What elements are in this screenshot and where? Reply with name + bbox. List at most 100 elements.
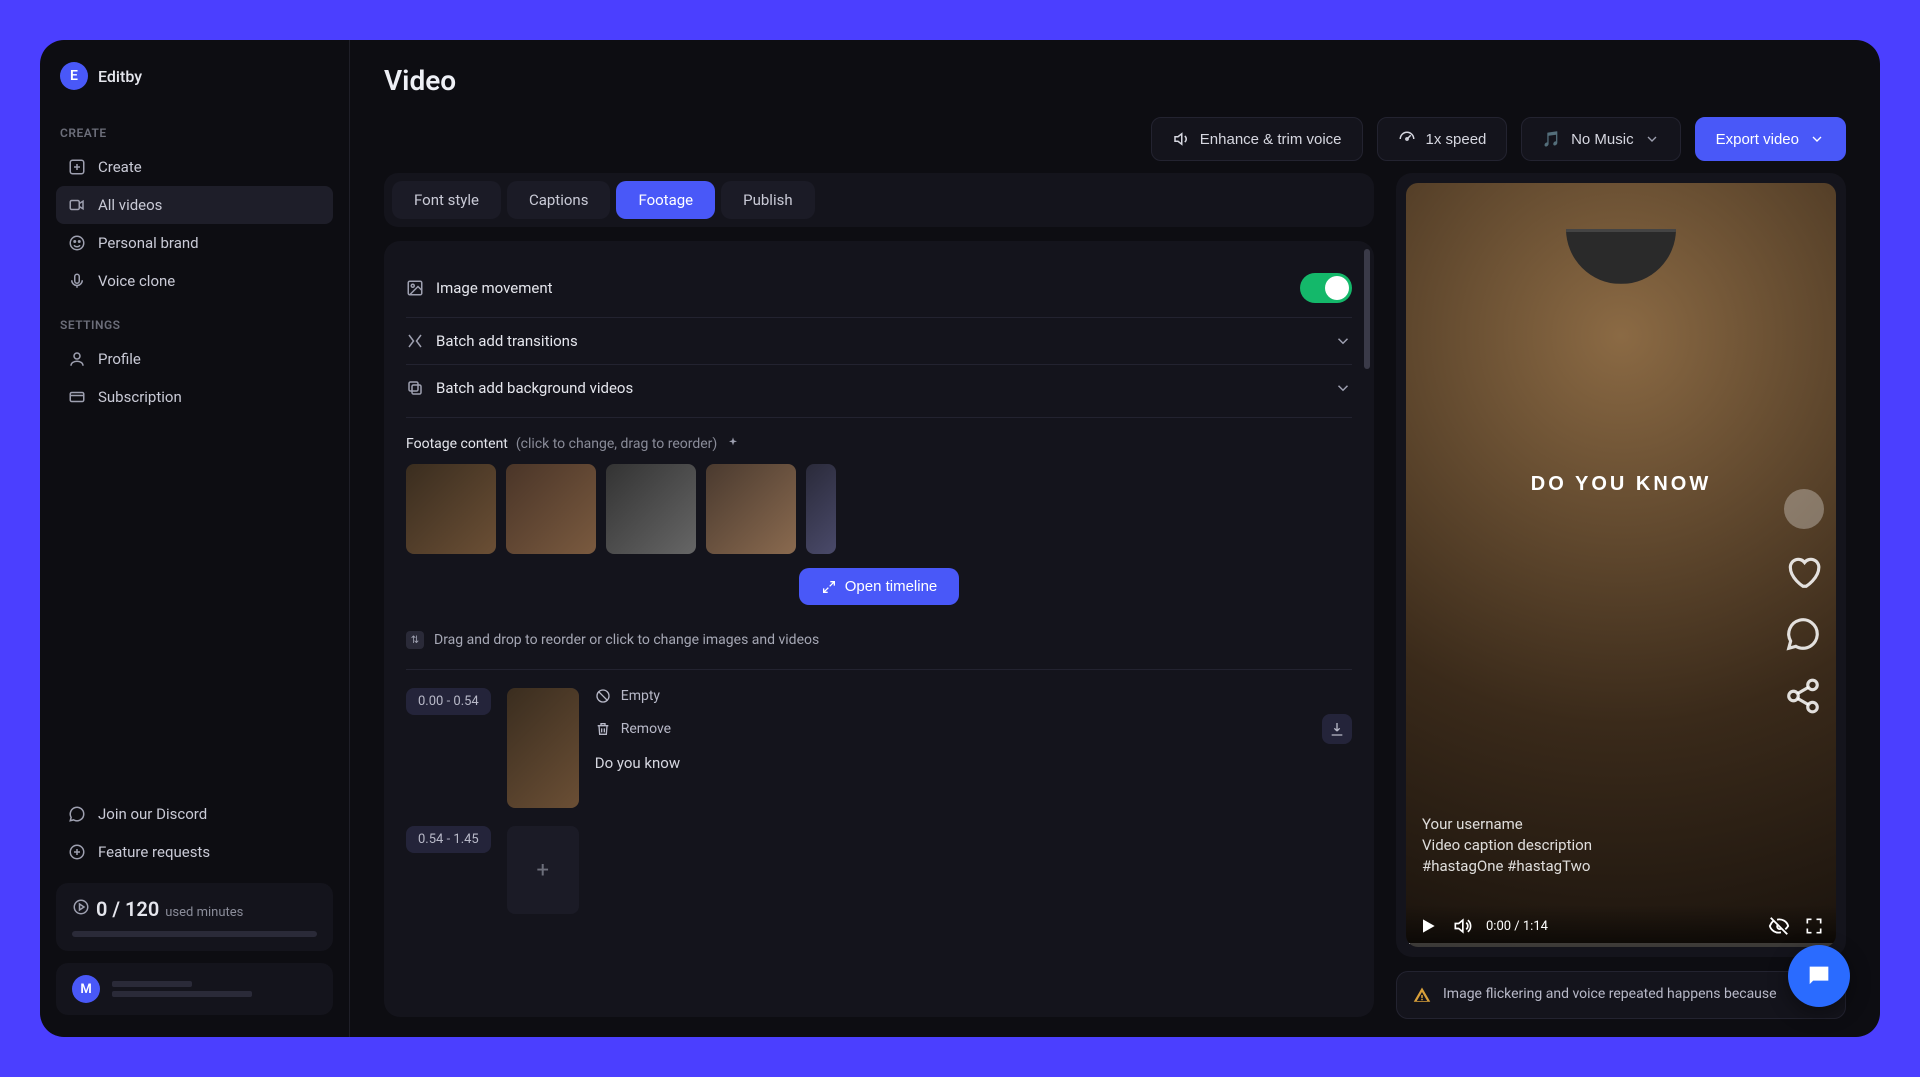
card-icon [68, 388, 86, 406]
row-batch-transitions[interactable]: Batch add transitions [406, 318, 1352, 365]
main-header: Video [350, 40, 1880, 117]
nav-subscription[interactable]: Subscription [56, 378, 333, 416]
footage-panel: Image movement Batch add transitions [384, 241, 1374, 1017]
mic-icon [68, 272, 86, 290]
row-label: Image movement [436, 279, 553, 297]
section-create-label: CREATE [60, 126, 333, 140]
row-image-movement: Image movement [406, 259, 1352, 318]
left-panel: Font style Captions Footage Publish Imag… [384, 173, 1374, 1017]
row-label: Batch add transitions [436, 332, 578, 350]
segment-add-button[interactable]: + [507, 826, 579, 914]
volume-icon[interactable] [1452, 916, 1472, 936]
page-title: Video [384, 64, 1846, 97]
toolbar: Enhance & trim voice 1x speed 🎵 No Music… [350, 117, 1880, 173]
footage-thumb[interactable] [706, 464, 796, 554]
notice-card: Image flickering and voice repeated happ… [1396, 971, 1846, 1019]
nav-voice-clone[interactable]: Voice clone [56, 262, 333, 300]
chat-icon [68, 805, 86, 823]
segment-thumb[interactable] [507, 688, 579, 808]
button-label: Export video [1716, 131, 1799, 148]
footage-thumbnails [406, 464, 1352, 554]
usage-unit: used minutes [165, 905, 243, 920]
speed-button[interactable]: 1x speed [1377, 117, 1508, 161]
hint-text: Drag and drop to reorder or click to cha… [434, 632, 819, 648]
nav-label: Create [98, 158, 142, 176]
right-panel: DO YOU KNOW Your username Video caption … [1396, 173, 1846, 1017]
nav-create[interactable]: Create [56, 148, 333, 186]
footage-header: Footage content (click to change, drag t… [406, 436, 1352, 452]
nav-profile[interactable]: Profile [56, 340, 333, 378]
chevron-down-icon [1334, 332, 1352, 350]
gauge-icon [1398, 130, 1416, 148]
usage-bar [72, 931, 317, 937]
download-button[interactable] [1322, 714, 1352, 744]
usage-card: 0 / 120 used minutes [56, 883, 333, 951]
reorder-hint: ⇅ Drag and drop to reorder or click to c… [406, 623, 1352, 670]
preview-graphic [1566, 229, 1676, 284]
notice-text: Image flickering and voice repeated happ… [1443, 986, 1777, 1004]
nav-discord[interactable]: Join our Discord [56, 795, 333, 833]
button-label: 1x speed [1426, 131, 1487, 148]
chat-fab[interactable] [1788, 945, 1850, 1007]
comment-icon [1784, 615, 1822, 653]
chevron-down-icon [1644, 131, 1660, 147]
nav-all-videos[interactable]: All videos [56, 186, 333, 224]
overlay-avatar [1784, 489, 1824, 529]
segment-remove[interactable]: Remove [595, 714, 1352, 744]
fullscreen-icon[interactable] [1804, 916, 1824, 936]
tab-font-style[interactable]: Font style [392, 181, 501, 219]
eye-off-icon[interactable] [1768, 915, 1790, 937]
tab-publish[interactable]: Publish [721, 181, 814, 219]
export-video-button[interactable]: Export video [1695, 117, 1846, 161]
nav-personal-brand[interactable]: Personal brand [56, 224, 333, 262]
warning-icon [1413, 986, 1431, 1004]
sparkle-icon [725, 436, 741, 452]
segment-time: 0.00 - 0.54 [406, 688, 491, 715]
preview-caption: DO YOU KNOW [1531, 473, 1711, 496]
chevron-down-icon [1334, 379, 1352, 397]
expand-icon [821, 579, 837, 595]
segment-row: 0.54 - 1.45 + [406, 826, 1352, 914]
overlay-username: Your username [1422, 814, 1592, 835]
scrollbar[interactable] [1364, 249, 1370, 369]
image-icon [406, 279, 424, 297]
footage-title: Footage content [406, 436, 508, 452]
main: Video Enhance & trim voice 1x speed 🎵 No… [350, 40, 1880, 1037]
progress-bar[interactable] [1406, 943, 1836, 947]
transition-icon [406, 332, 424, 350]
music-button[interactable]: 🎵 No Music [1521, 117, 1680, 161]
nav-label: Profile [98, 350, 141, 368]
nav-label: All videos [98, 196, 162, 214]
ban-icon [595, 688, 611, 704]
sidebar: E Editby CREATE Create All videos Person… [40, 40, 350, 1037]
user-avatar: M [72, 975, 100, 1003]
nav-feature-requests[interactable]: Feature requests [56, 833, 333, 871]
nav-label: Voice clone [98, 272, 175, 290]
segment-row: 0.00 - 0.54 Empty Remove [406, 688, 1352, 808]
brand-badge: E [60, 62, 88, 90]
button-label: Open timeline [845, 578, 938, 595]
footage-thumb[interactable] [506, 464, 596, 554]
plus-circle-icon [68, 843, 86, 861]
open-timeline-button[interactable]: Open timeline [799, 568, 960, 605]
footage-thumb[interactable] [806, 464, 836, 554]
enhance-voice-button[interactable]: Enhance & trim voice [1151, 117, 1363, 161]
hint-badge-icon: ⇅ [406, 631, 424, 649]
segment-caption: Do you know [595, 754, 1352, 772]
user-card[interactable]: M [56, 963, 333, 1015]
footage-thumb[interactable] [606, 464, 696, 554]
tab-captions[interactable]: Captions [507, 181, 610, 219]
image-movement-toggle[interactable] [1300, 273, 1352, 303]
play-icon[interactable] [1418, 916, 1438, 936]
tab-footage[interactable]: Footage [616, 181, 715, 219]
player-bar: 0:00 / 1:14 [1406, 905, 1836, 947]
row-batch-bg[interactable]: Batch add background videos [406, 365, 1352, 411]
row-label: Batch add background videos [436, 379, 633, 397]
overlay-description: Video caption description [1422, 835, 1592, 856]
footage-thumb[interactable] [406, 464, 496, 554]
video-preview[interactable]: DO YOU KNOW Your username Video caption … [1406, 183, 1836, 947]
segment-empty[interactable]: Empty [595, 688, 1352, 704]
nav-label: Join our Discord [98, 805, 207, 823]
overlay-icons [1784, 489, 1824, 715]
speaker-icon [1172, 130, 1190, 148]
